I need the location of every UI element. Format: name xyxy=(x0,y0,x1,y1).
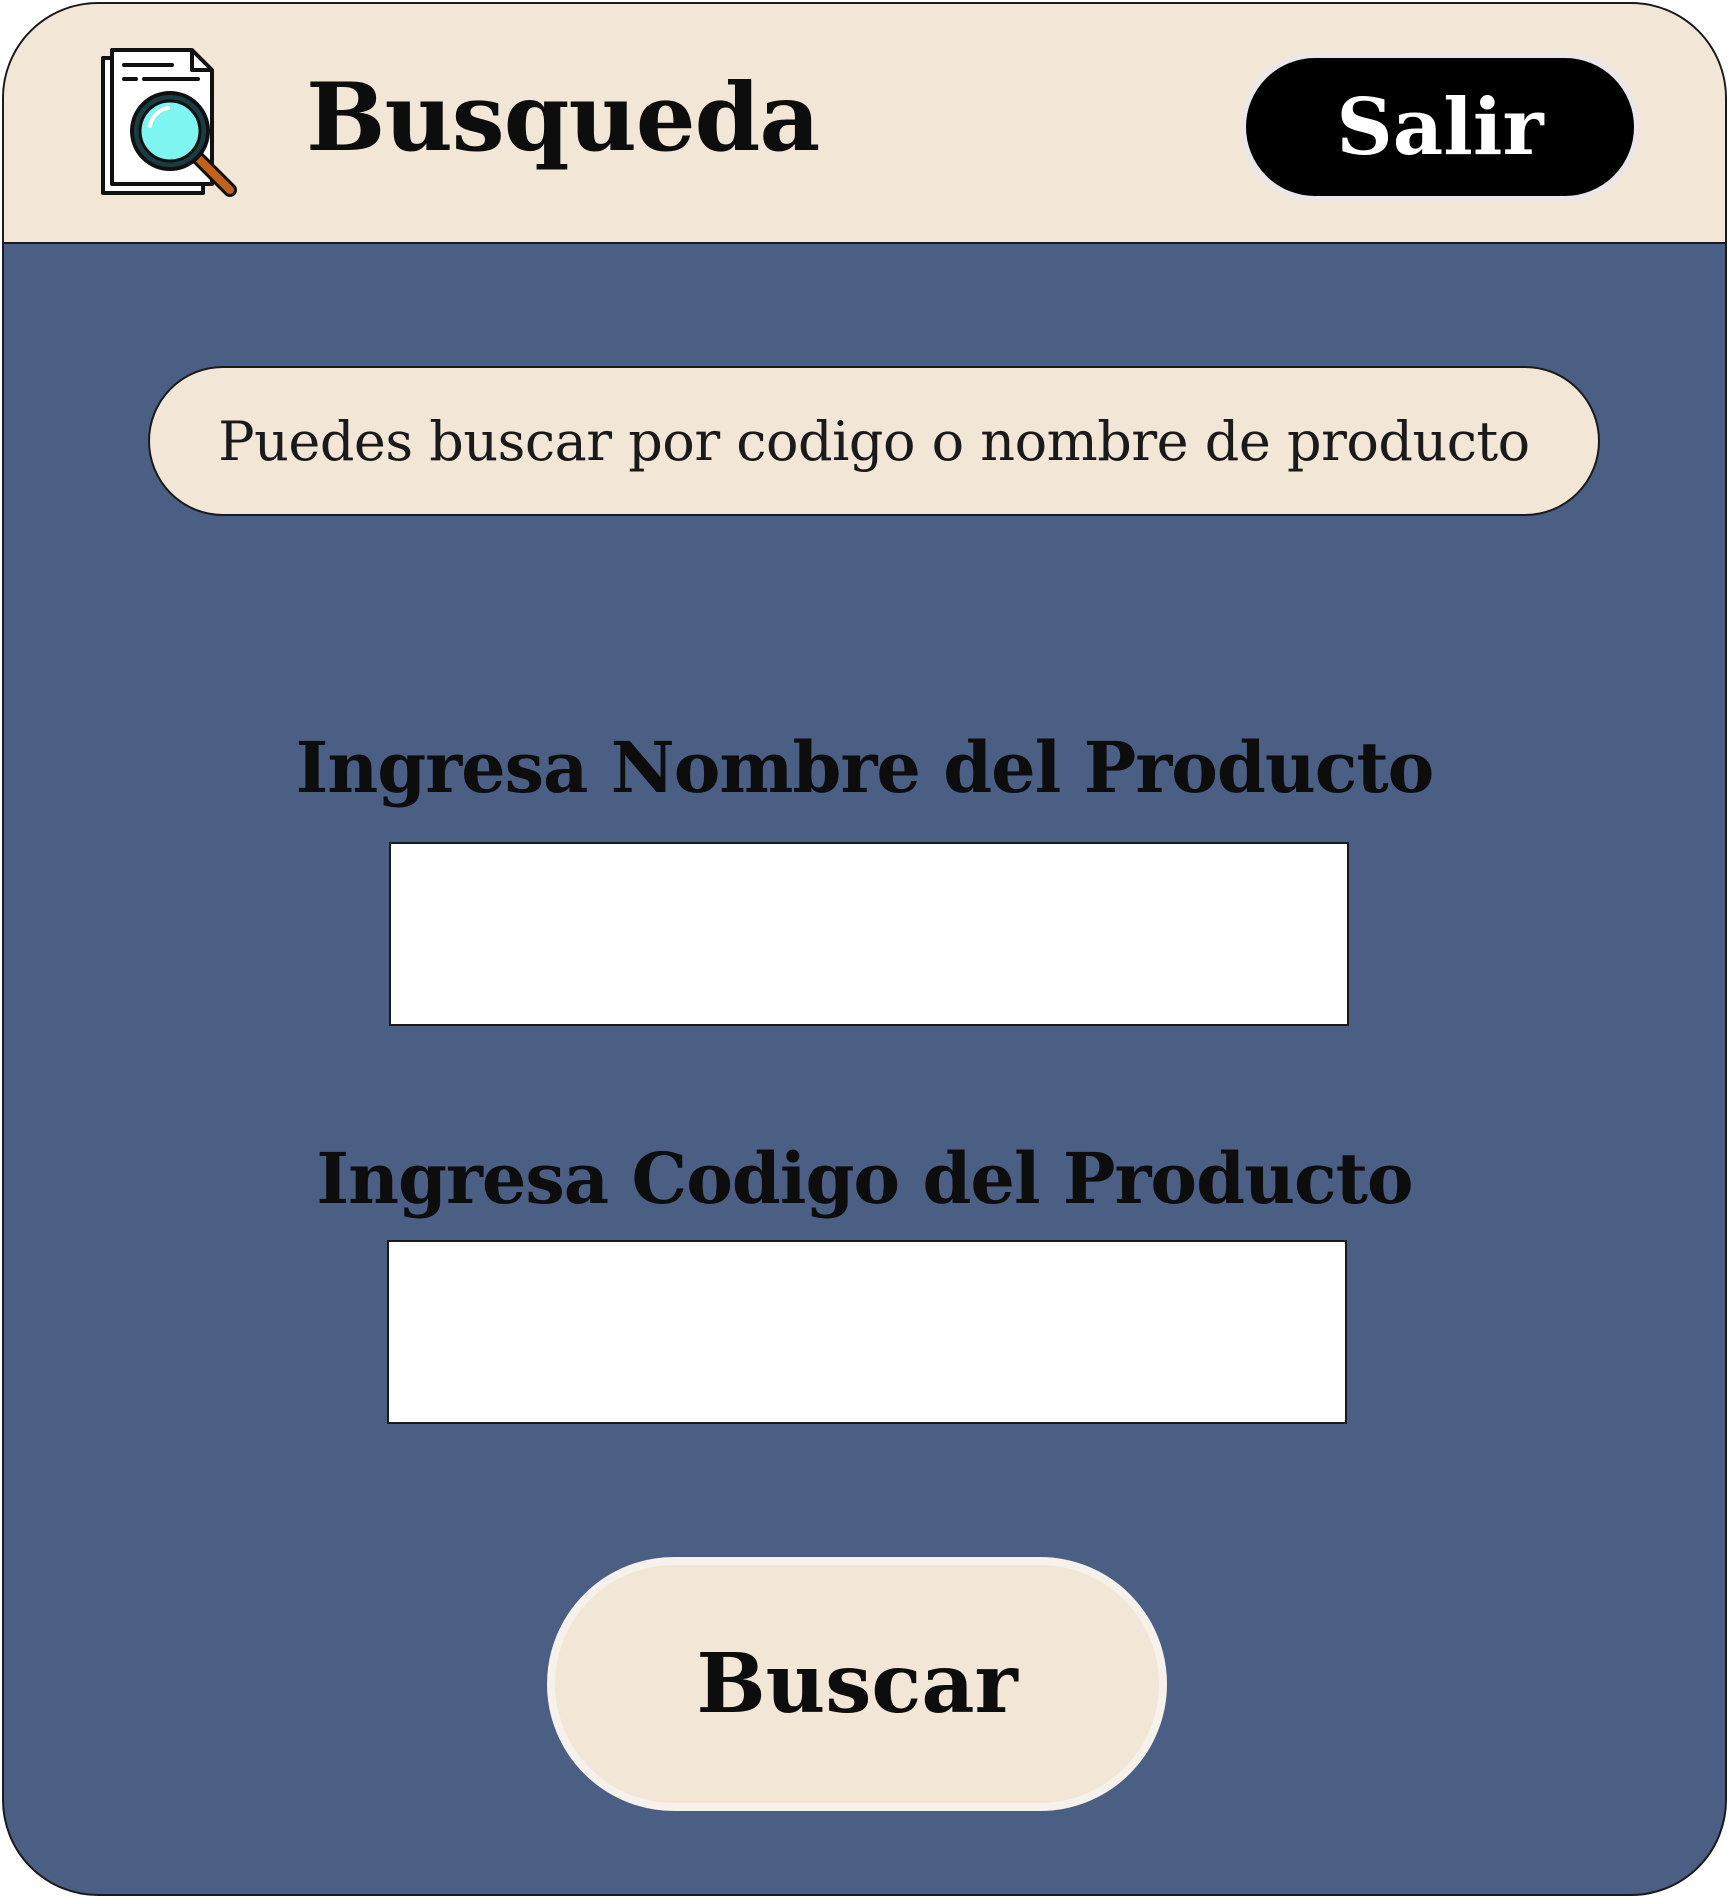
info-banner: Puedes buscar por codigo o nombre de pro… xyxy=(148,366,1600,516)
product-code-input[interactable] xyxy=(387,1240,1347,1424)
product-code-label: Ingresa Codigo del Producto xyxy=(316,1137,1413,1220)
product-name-label: Ingresa Nombre del Producto xyxy=(295,726,1435,809)
search-window: Busqueda Salir Puedes buscar por codigo … xyxy=(2,2,1727,1896)
header-bar: Busqueda Salir xyxy=(4,4,1725,244)
page-title: Busqueda xyxy=(306,63,820,173)
product-name-input[interactable] xyxy=(389,842,1349,1026)
exit-button[interactable]: Salir xyxy=(1240,52,1640,202)
document-search-icon xyxy=(98,48,240,204)
search-button[interactable]: Buscar xyxy=(547,1557,1167,1811)
